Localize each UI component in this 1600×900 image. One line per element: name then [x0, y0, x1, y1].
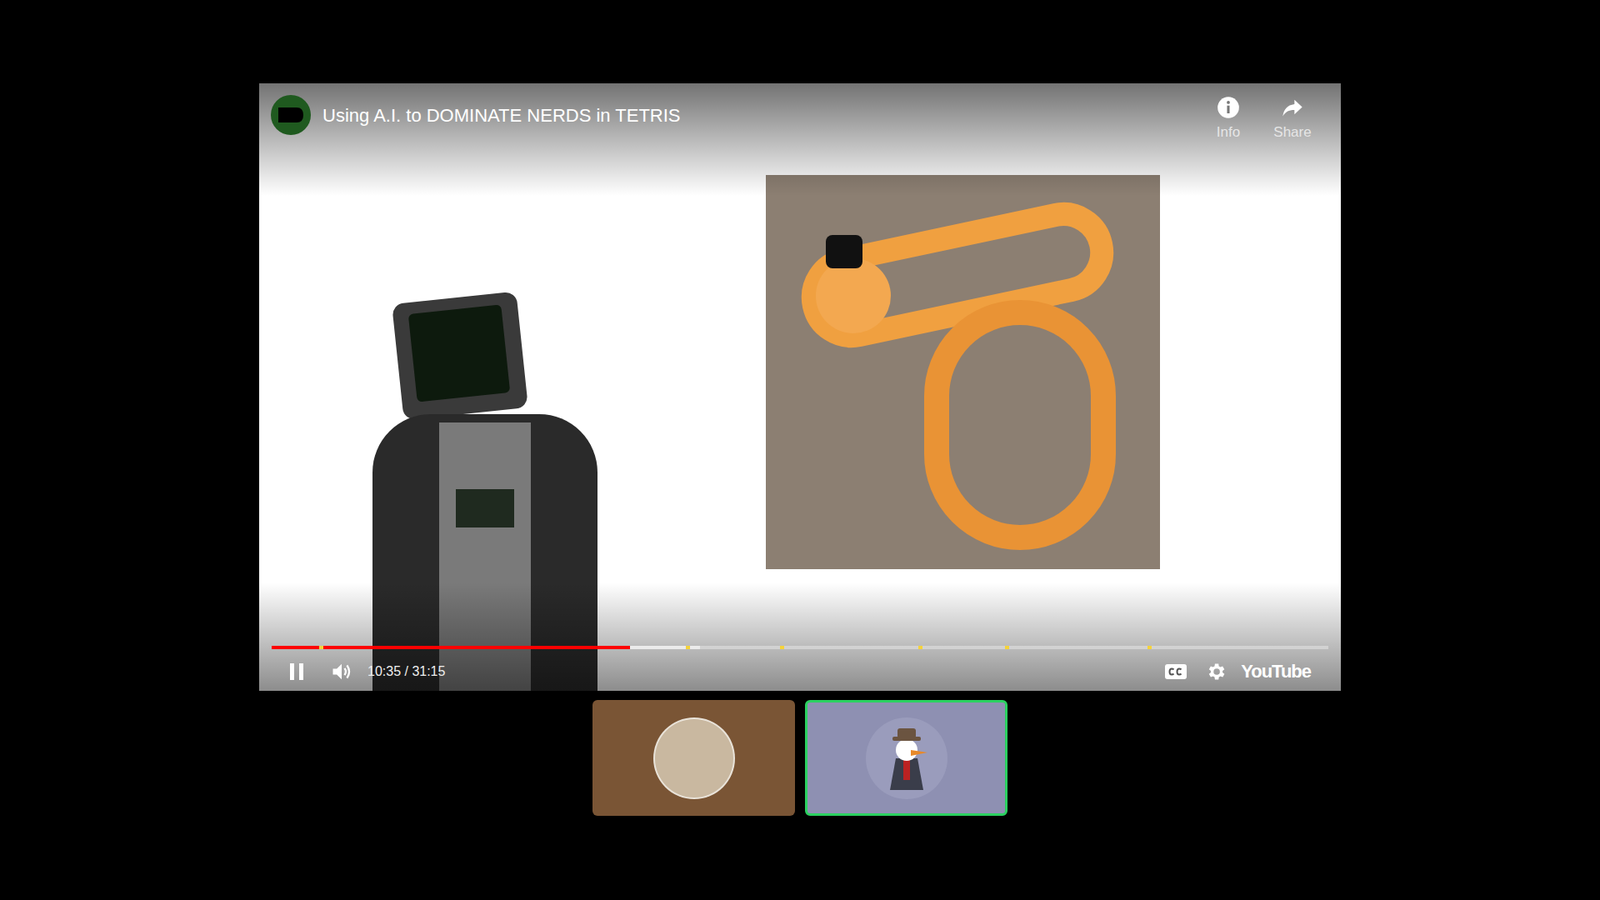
participant-tile[interactable]	[592, 700, 795, 816]
channel-logo-icon[interactable]	[270, 95, 311, 135]
duck-detective-icon	[877, 725, 936, 792]
info-button[interactable]: Info	[1201, 95, 1255, 142]
chapter-marker	[319, 645, 324, 650]
stage: Using A.I. to DOMINATE NERDS in TETRIS I…	[0, 0, 1600, 900]
captions-icon[interactable]	[1164, 662, 1188, 681]
top-shade	[259, 83, 1341, 196]
chapter-marker	[685, 645, 690, 650]
share-button[interactable]: Share	[1265, 95, 1320, 142]
chapter-marker	[780, 645, 785, 650]
snake-photo	[765, 175, 1160, 570]
participant-avatar	[865, 717, 948, 800]
youtube-logo[interactable]: YouTube	[1240, 660, 1311, 683]
participant-tile[interactable]	[805, 700, 1008, 816]
progress-bar[interactable]	[271, 645, 1329, 650]
share-icon	[1280, 95, 1305, 120]
video-player[interactable]: Using A.I. to DOMINATE NERDS in TETRIS I…	[259, 83, 1341, 691]
controls-bar: 10:35 / 31:15 YouTube	[259, 652, 1341, 691]
time-display: 10:35 / 31:15	[367, 663, 445, 680]
settings-gear-icon[interactable]	[1205, 660, 1227, 683]
info-icon	[1216, 95, 1240, 120]
play-pause-button[interactable]	[285, 660, 308, 683]
pause-icon	[288, 661, 305, 682]
share-label: Share	[1273, 123, 1311, 142]
participant-strip	[592, 700, 1008, 816]
played-fill	[271, 645, 630, 650]
title-bar: Using A.I. to DOMINATE NERDS in TETRIS I…	[259, 83, 1341, 142]
chapter-marker	[918, 645, 923, 650]
volume-icon[interactable]	[329, 660, 355, 684]
chapter-marker	[1147, 645, 1152, 650]
chapter-marker	[1005, 645, 1010, 650]
participant-avatar	[653, 717, 735, 800]
info-label: Info	[1216, 123, 1240, 142]
video-title[interactable]: Using A.I. to DOMINATE NERDS in TETRIS	[322, 104, 681, 128]
